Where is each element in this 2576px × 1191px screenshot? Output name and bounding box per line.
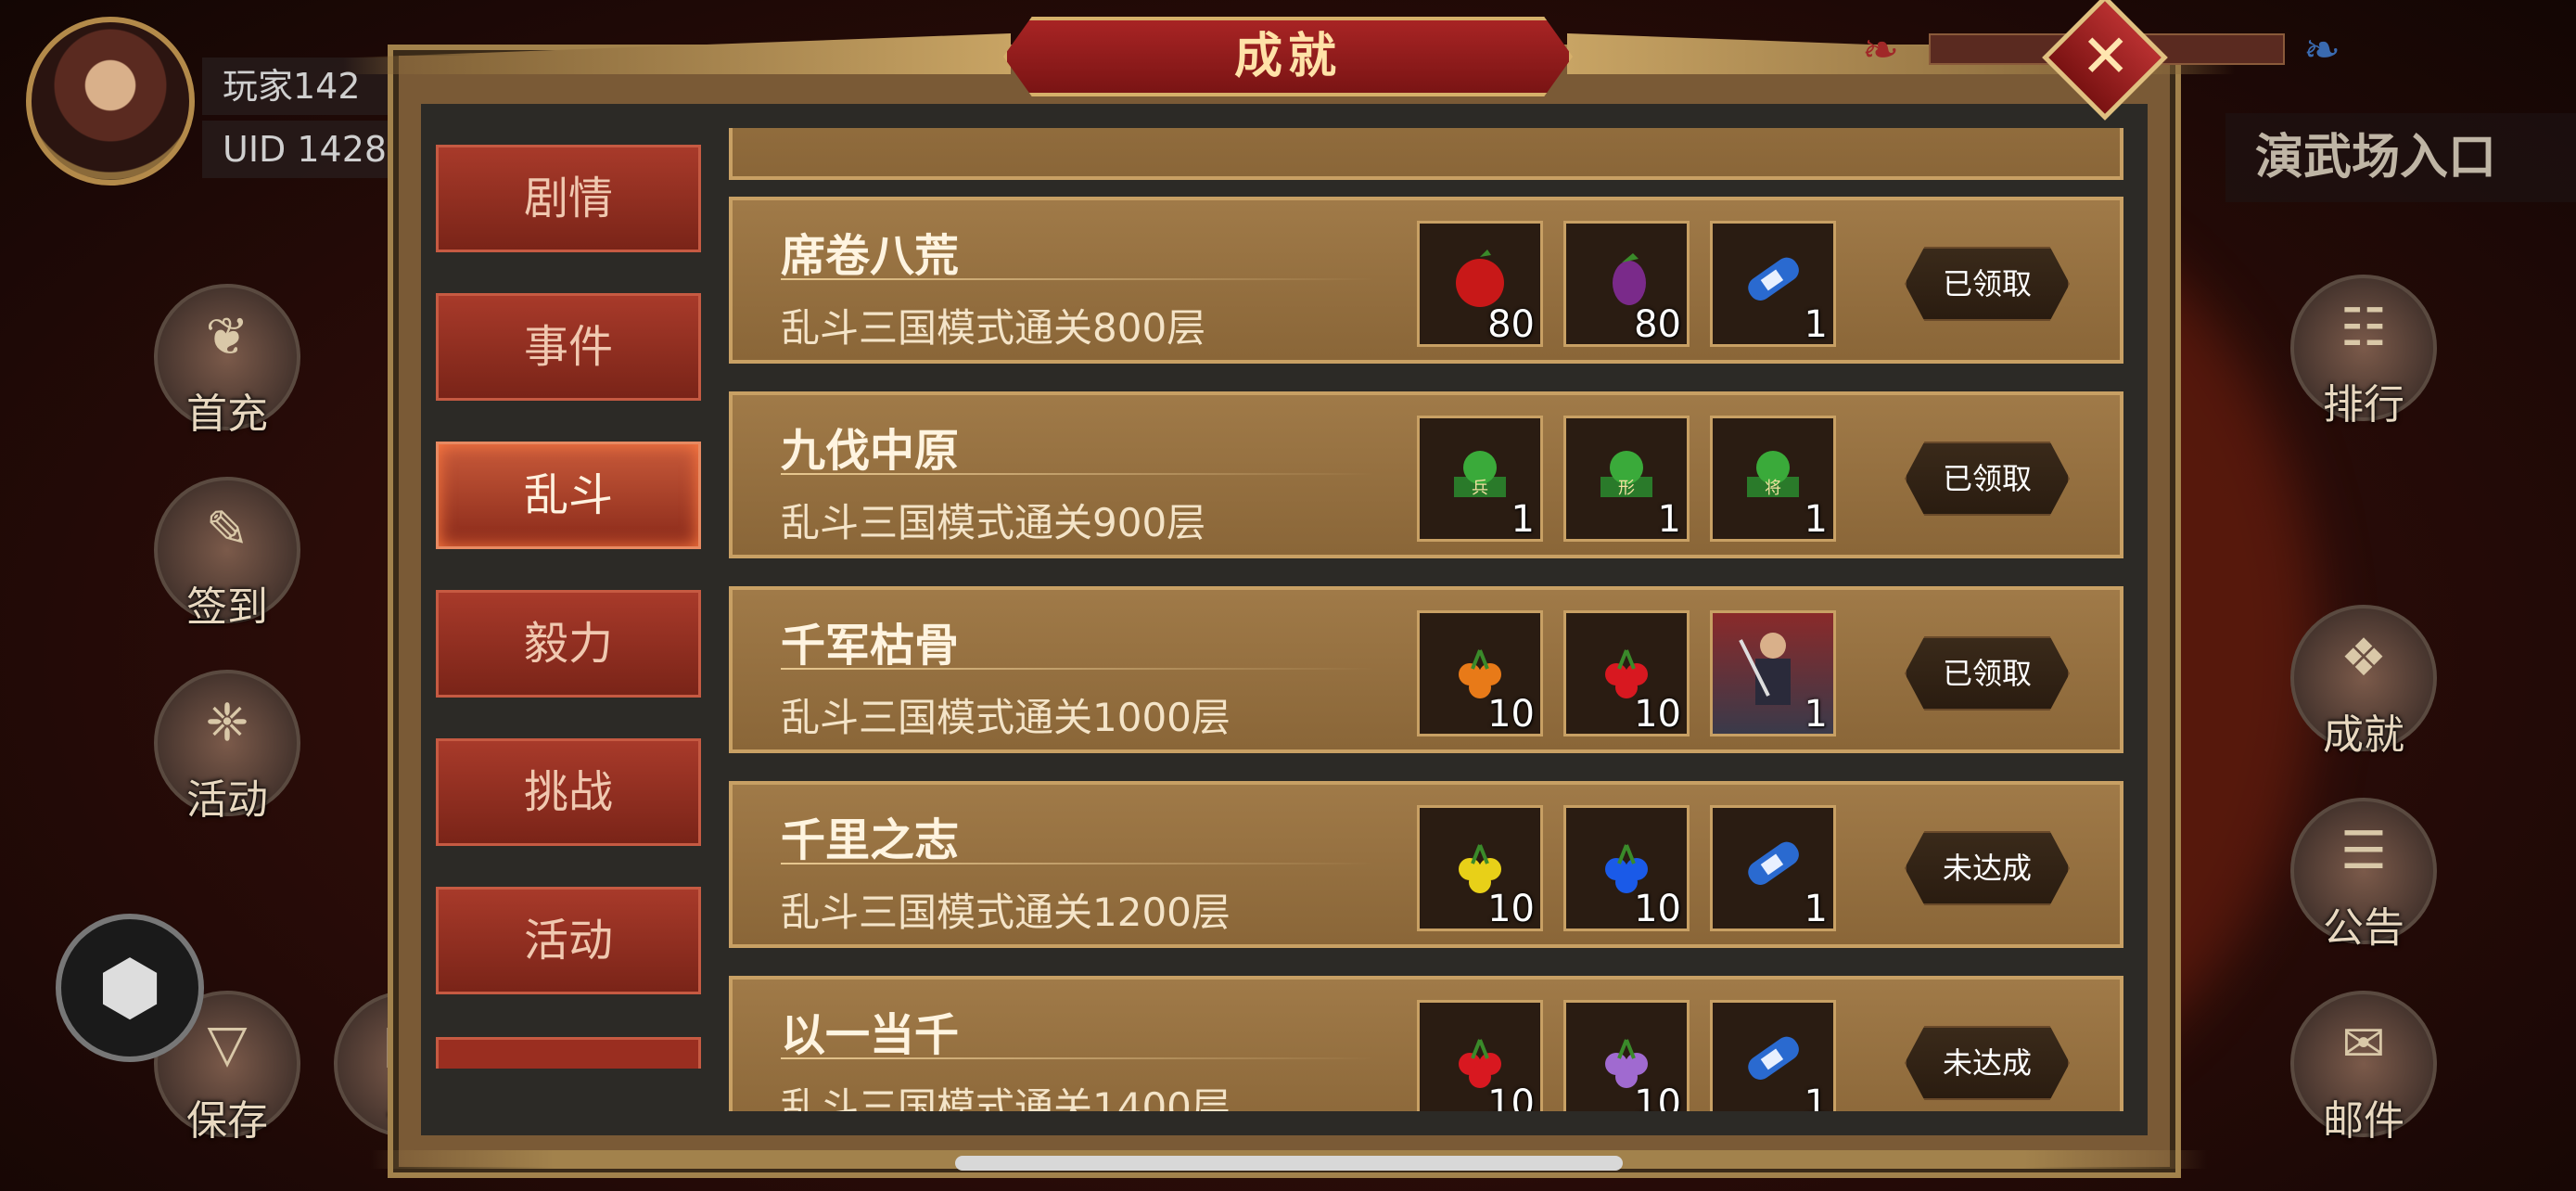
row-divider: [781, 863, 1374, 864]
home-indicator[interactable]: [955, 1156, 1623, 1171]
reward-slot[interactable]: 形 1: [1563, 416, 1690, 542]
tab-partial-hidden[interactable]: [436, 1037, 701, 1069]
achievement-row: 以一当千 乱斗三国模式通关1400层 10 10 1 未达成: [729, 976, 2123, 1111]
reward-slot[interactable]: 80: [1563, 221, 1690, 347]
mail-button[interactable]: ✉ 邮件: [2290, 991, 2437, 1145]
red-butterfly-icon: ❧: [1862, 24, 1900, 76]
tab-story[interactable]: 剧情: [436, 145, 701, 252]
claim-status-button[interactable]: 已领取: [1905, 442, 2070, 516]
achievements-label: 成就: [2323, 711, 2404, 759]
reward-qty: 1: [1804, 303, 1828, 346]
reward-slot[interactable]: 10: [1563, 805, 1690, 931]
reward-slot[interactable]: 10: [1563, 1000, 1690, 1111]
achievement-row: 千里之志 乱斗三国模式通关1200层 10 10 1 未达成: [729, 781, 2123, 948]
panel-title: 成就: [1003, 17, 1573, 96]
svg-text:兵: 兵: [1472, 479, 1488, 498]
events-label: 活动: [186, 776, 268, 824]
reward-slot[interactable]: 1: [1710, 1000, 1836, 1111]
ranking-label: 排行: [2323, 381, 2404, 429]
claim-status-button[interactable]: 已领取: [1905, 247, 2070, 321]
row-divider: [781, 473, 1374, 475]
reward-slot[interactable]: 10: [1417, 1000, 1543, 1111]
reward-slot[interactable]: 80: [1417, 221, 1543, 347]
achievement-name: 千军枯骨: [781, 620, 960, 672]
reward-qty: 1: [1804, 498, 1828, 541]
tab-challenge[interactable]: 挑战: [436, 738, 701, 846]
reward-qty: 1: [1657, 498, 1681, 541]
blue-butterfly-icon: ❧: [2303, 24, 2341, 76]
mail-label: 邮件: [2323, 1097, 2404, 1145]
tab-activity[interactable]: 活动: [436, 887, 701, 994]
bamboo-scroll-icon: ☰: [2340, 821, 2388, 881]
achievement-row: 席卷八荒 乱斗三国模式通关800层 80 80 1 已领取: [729, 197, 2123, 364]
save-label: 保存: [186, 1097, 268, 1145]
sign-in-label: 签到: [186, 583, 268, 631]
reward-qty: 10: [1634, 1082, 1681, 1111]
reward-qty: 1: [1804, 888, 1828, 930]
ranking-plaque-icon: ☷: [2340, 298, 2388, 358]
reward-qty: 10: [1487, 693, 1535, 736]
reward-slot[interactable]: 兵 1: [1417, 416, 1543, 542]
reward-slot[interactable]: 1: [1710, 805, 1836, 931]
first-recharge-button[interactable]: ❦ 首充: [154, 284, 300, 438]
achievement-name: 席卷八荒: [781, 230, 960, 282]
cube-menu-button[interactable]: ⬢: [56, 914, 204, 1062]
achievement-row: 九伐中原 乱斗三国模式通关900层 兵 1 形 1 将 1 已领取: [729, 391, 2123, 558]
claim-status-button[interactable]: 未达成: [1905, 1026, 2070, 1100]
row-divider: [781, 668, 1374, 670]
jade-seal-icon: ❖: [2340, 628, 2388, 688]
notice-button[interactable]: ☰ 公告: [2290, 798, 2437, 952]
achievement-desc: 乱斗三国模式通关800层: [781, 305, 1206, 351]
achievement-row-partial: [729, 128, 2123, 180]
reward-slot[interactable]: 10: [1563, 610, 1690, 736]
achievement-row: 千军枯骨 乱斗三国模式通关1000层 10 10 1 已领取: [729, 586, 2123, 753]
reward-qty: 10: [1634, 693, 1681, 736]
mail-icon: ✉: [2341, 1014, 2386, 1074]
achievements-button[interactable]: ❖ 成就: [2290, 605, 2437, 759]
svg-text:形: 形: [1618, 479, 1635, 498]
reward-qty: 1: [1511, 498, 1535, 541]
ranking-button[interactable]: ☷ 排行: [2290, 275, 2437, 429]
achievement-desc: 乱斗三国模式通关1200层: [781, 890, 1231, 935]
achievement-desc: 乱斗三国模式通关1000层: [781, 695, 1231, 740]
events-button[interactable]: ❈ 活动: [154, 670, 300, 824]
reward-slot[interactable]: 将 1: [1710, 416, 1836, 542]
gift-bag-icon: ❦: [205, 307, 249, 367]
notice-label: 公告: [2323, 904, 2404, 952]
achievement-name: 九伐中原: [781, 425, 960, 477]
arena-entrance[interactable]: 演武场入口: [2225, 113, 2576, 202]
claim-status-button[interactable]: 未达成: [1905, 831, 2070, 905]
claim-status-button[interactable]: 已领取: [1905, 636, 2070, 711]
first-recharge-label: 首充: [186, 391, 268, 438]
achievement-name: 以一当千: [781, 1009, 960, 1061]
reward-qty: 1: [1804, 693, 1828, 736]
reward-slot[interactable]: 10: [1417, 805, 1543, 931]
reward-slot[interactable]: 1: [1710, 610, 1836, 736]
achievement-name: 千里之志: [781, 814, 960, 866]
row-divider: [781, 278, 1374, 280]
achievement-desc: 乱斗三国模式通关1400层: [781, 1084, 1231, 1111]
reward-slot[interactable]: 1: [1710, 221, 1836, 347]
tab-event[interactable]: 事件: [436, 293, 701, 401]
cube-icon: ⬢: [97, 944, 162, 1031]
achievement-list[interactable]: 席卷八荒 乱斗三国模式通关800层 80 80 1 已领取 九伐中原 乱斗三国模…: [725, 128, 2125, 1111]
treasure-icon: ❈: [205, 693, 249, 753]
reward-qty: 80: [1487, 303, 1535, 346]
reward-qty: 10: [1487, 888, 1535, 930]
tab-melee[interactable]: 乱斗: [436, 442, 701, 549]
scroll-sign-icon: ✎: [205, 500, 249, 560]
svg-text:将: 将: [1765, 479, 1781, 498]
tab-perseverance[interactable]: 毅力: [436, 590, 701, 698]
achievement-desc: 乱斗三国模式通关900层: [781, 500, 1206, 545]
reward-qty: 10: [1487, 1082, 1535, 1111]
reward-qty: 10: [1634, 888, 1681, 930]
reward-qty: 1: [1804, 1082, 1828, 1111]
player-avatar[interactable]: [26, 17, 195, 186]
reward-qty: 80: [1634, 303, 1681, 346]
reward-slot[interactable]: 10: [1417, 610, 1543, 736]
close-icon: ✕: [2080, 22, 2131, 92]
row-divider: [781, 1057, 1374, 1059]
sign-in-button[interactable]: ✎ 签到: [154, 477, 300, 631]
